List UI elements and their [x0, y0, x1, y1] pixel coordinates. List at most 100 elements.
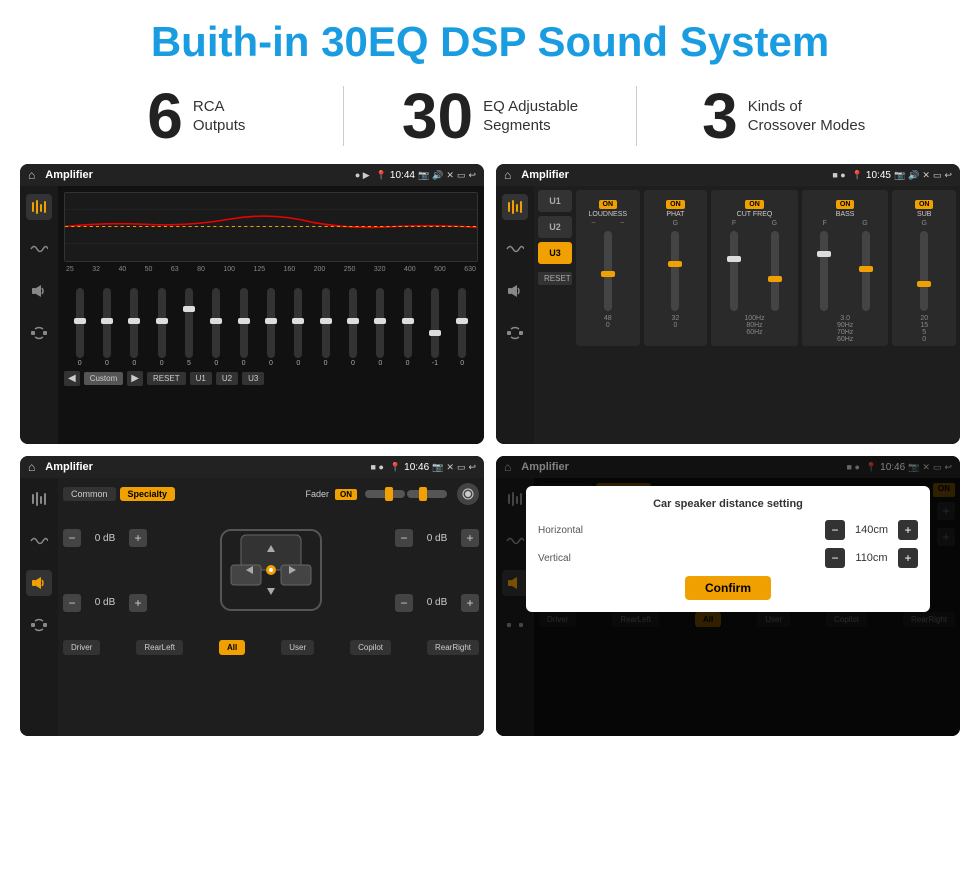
slider-track-4[interactable]: [185, 288, 193, 358]
app-name-dsp: Amplifier: [521, 169, 826, 181]
vertical-plus-btn[interactable]: +: [898, 548, 918, 568]
slider-val-12: 0: [406, 360, 410, 367]
vol-plus-fl[interactable]: +: [129, 529, 147, 547]
mini-slider-1[interactable]: [365, 490, 405, 498]
horizontal-minus-btn[interactable]: −: [825, 520, 845, 540]
fader-sidebar-eq-icon[interactable]: [26, 486, 52, 512]
dsp-preset-u3[interactable]: U3: [538, 242, 572, 264]
bass-slider-2[interactable]: [862, 231, 870, 311]
eq-u2-btn[interactable]: U2: [216, 372, 238, 385]
confirm-button[interactable]: Confirm: [685, 576, 771, 600]
fader-btn-user[interactable]: User: [281, 640, 314, 655]
slider-track-12[interactable]: [404, 288, 412, 358]
slider-track-14[interactable]: [458, 288, 466, 358]
dsp-preset-u2[interactable]: U2: [538, 216, 572, 238]
slider-track-3[interactable]: [158, 288, 166, 358]
close-icon-dsp: ✕: [922, 170, 930, 181]
loudness-slider[interactable]: [604, 231, 612, 311]
fader-btn-copilot[interactable]: Copilot: [350, 640, 391, 655]
dsp-preset-u1[interactable]: U1: [538, 190, 572, 212]
fader-tab-specialty[interactable]: Specialty: [120, 487, 176, 501]
stat-crossover-label: Kinds ofCrossover Modes: [748, 97, 866, 136]
vertical-minus-btn[interactable]: −: [825, 548, 845, 568]
home-icon-eq[interactable]: ⌂: [28, 168, 35, 182]
fader-btn-rearright[interactable]: RearRight: [427, 640, 479, 655]
fader-sidebar-wave-icon[interactable]: [26, 528, 52, 554]
bass-slider-1[interactable]: [820, 231, 828, 311]
dsp-sidebar-wave-icon[interactable]: [502, 236, 528, 262]
dsp-bass: ON BASS FG 3.0: [802, 190, 889, 346]
slider-track-6[interactable]: [240, 288, 248, 358]
stat-crossover-number: 3: [702, 84, 738, 148]
sub-on-badge[interactable]: ON: [915, 200, 934, 209]
slider-track-9[interactable]: [322, 288, 330, 358]
cutfreq-hz-1: 100Hz: [714, 315, 795, 322]
sub-scale-1: 20: [895, 315, 953, 322]
eq-next-btn[interactable]: ▶: [127, 371, 143, 386]
slider-thumb-12: [402, 318, 414, 324]
eq-sidebar-surround-icon[interactable]: [26, 320, 52, 346]
fader-btn-driver[interactable]: Driver: [63, 640, 100, 655]
home-icon-dsp[interactable]: ⌂: [504, 168, 511, 182]
vertical-stepper: − 110cm +: [825, 548, 918, 568]
eq-sidebar: [20, 186, 58, 444]
fader-btn-rearleft[interactable]: RearLeft: [136, 640, 183, 655]
horizontal-plus-btn[interactable]: +: [898, 520, 918, 540]
vol-plus-fr[interactable]: +: [461, 529, 479, 547]
slider-track-0[interactable]: [76, 288, 84, 358]
vol-minus-fl[interactable]: −: [63, 529, 81, 547]
bass-thumb-1: [817, 251, 831, 257]
vol-minus-fr[interactable]: −: [395, 529, 413, 547]
eq-sidebar-eq-icon[interactable]: [26, 194, 52, 220]
stat-eq-number: 30: [402, 84, 473, 148]
dsp-sidebar-surround-icon[interactable]: [502, 320, 528, 346]
loudness-thumb: [601, 271, 615, 277]
slider-track-1[interactable]: [103, 288, 111, 358]
eq-prev-btn[interactable]: ◀: [64, 371, 80, 386]
loudness-on-badge[interactable]: ON: [599, 200, 618, 209]
phat-slider[interactable]: [671, 231, 679, 311]
phat-on-badge[interactable]: ON: [666, 200, 685, 209]
fader-settings-icon[interactable]: [457, 483, 479, 505]
cutfreq-hz-2: 80Hz: [714, 322, 795, 329]
eq-sidebar-speaker-icon[interactable]: [26, 278, 52, 304]
fader-on-badge[interactable]: ON: [335, 489, 357, 500]
dsp-sub: ON SUB G 20 15 5 0: [892, 190, 956, 346]
slider-track-10[interactable]: [349, 288, 357, 358]
cutfreq-on-badge[interactable]: ON: [745, 200, 764, 209]
fader-sidebar-surround-icon[interactable]: [26, 612, 52, 638]
slider-thumb-4: [183, 306, 195, 312]
fader-tab-common[interactable]: Common: [63, 487, 116, 501]
phat-scale-bot: 0: [647, 322, 705, 329]
slider-track-8[interactable]: [294, 288, 302, 358]
slider-track-13[interactable]: [431, 288, 439, 358]
dsp-sidebar-eq-icon[interactable]: [502, 194, 528, 220]
bass-on-badge[interactable]: ON: [836, 200, 855, 209]
slider-track-7[interactable]: [267, 288, 275, 358]
slider-track-11[interactable]: [376, 288, 384, 358]
eq-u1-btn[interactable]: U1: [190, 372, 212, 385]
slider-track-2[interactable]: [130, 288, 138, 358]
eq-u3-btn[interactable]: U3: [242, 372, 264, 385]
dialog-horizontal-row: Horizontal − 140cm +: [538, 520, 918, 540]
cutfreq-slider-2[interactable]: [771, 231, 779, 311]
eq-reset-btn[interactable]: RESET: [147, 372, 186, 385]
mini-slider-2[interactable]: [407, 490, 447, 498]
slider-val-0: 0: [78, 360, 82, 367]
vol-minus-rr[interactable]: −: [395, 594, 413, 612]
eq-sidebar-wave-icon[interactable]: [26, 236, 52, 262]
fader-btn-all[interactable]: All: [219, 640, 245, 655]
sub-slider[interactable]: [920, 231, 928, 311]
slider-track-5[interactable]: [212, 288, 220, 358]
dialog-vertical-row: Vertical − 110cm +: [538, 548, 918, 568]
eq-custom-btn[interactable]: Custom: [84, 372, 124, 385]
dsp-reset-btn[interactable]: RESET: [538, 272, 572, 285]
vol-plus-rr[interactable]: +: [461, 594, 479, 612]
cutfreq-slider-1[interactable]: [730, 231, 738, 311]
vol-minus-rl[interactable]: −: [63, 594, 81, 612]
vol-plus-rl[interactable]: +: [129, 594, 147, 612]
dsp-sidebar-speaker-icon[interactable]: [502, 278, 528, 304]
home-icon-fader[interactable]: ⌂: [28, 460, 35, 474]
fader-sidebar-speaker-icon[interactable]: [26, 570, 52, 596]
horizontal-value: 140cm: [849, 524, 894, 536]
